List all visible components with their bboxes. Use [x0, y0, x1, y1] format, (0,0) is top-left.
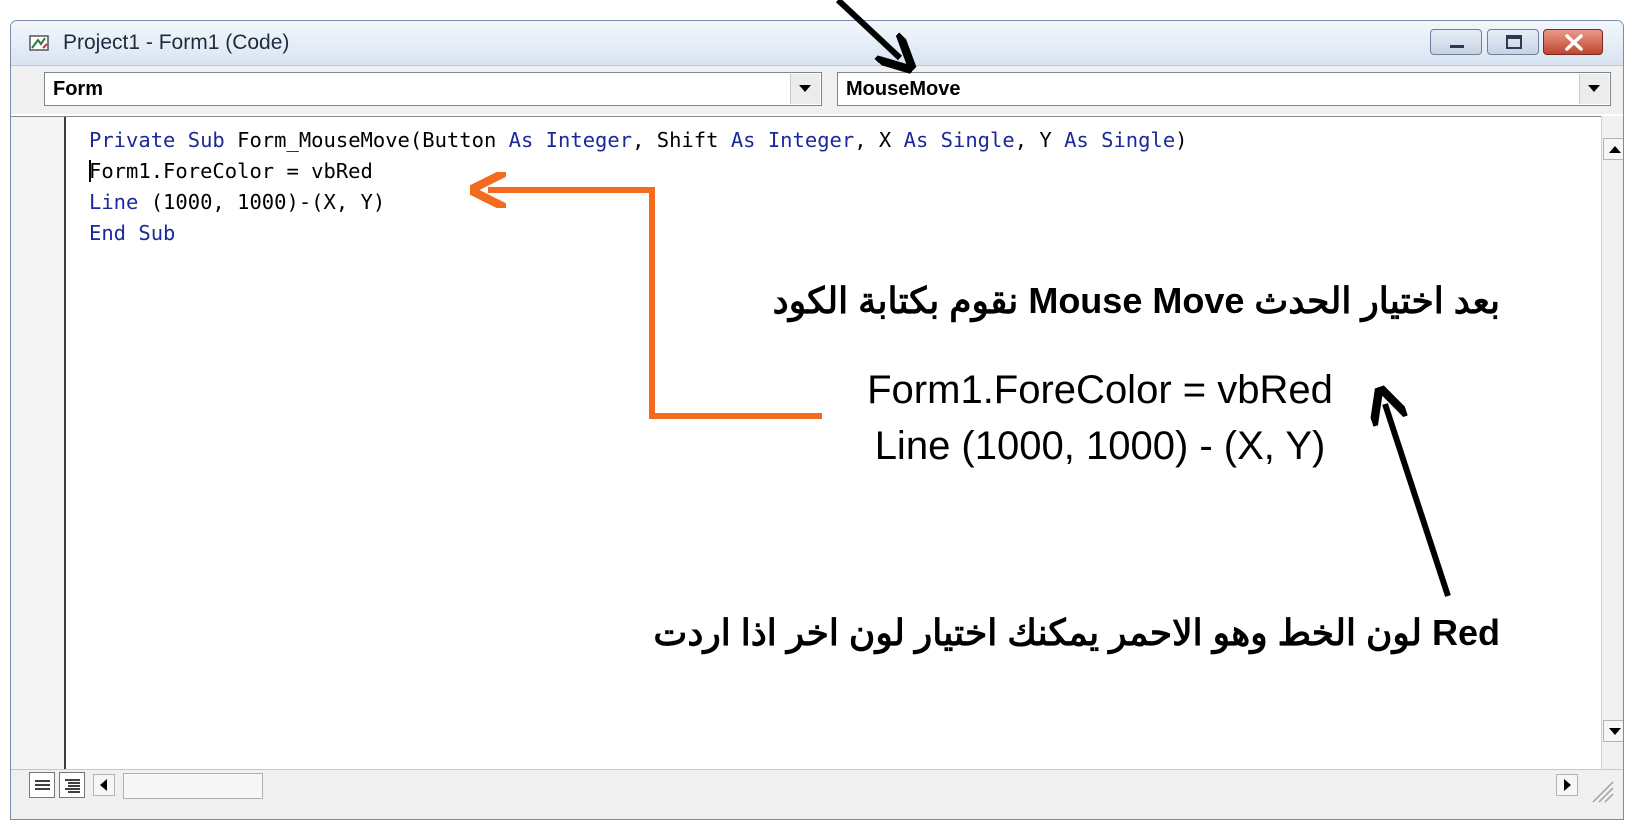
scroll-right-button[interactable] [1556, 774, 1578, 796]
chevron-down-icon [1588, 85, 1600, 92]
code-window-icon [29, 35, 49, 51]
full-module-view-button[interactable] [59, 772, 85, 798]
minimize-icon [1450, 45, 1464, 48]
scroll-up-button[interactable] [1603, 138, 1623, 160]
procedure-selector-bar: Form MouseMove [11, 66, 1623, 114]
code-window: Project1 - Form1 (Code) Form MouseMove P… [10, 20, 1624, 820]
code-line-3: Line (1000, 1000)-(X, Y) [89, 190, 386, 214]
object-combo-value: Form [53, 78, 103, 100]
procedure-combo-value: MouseMove [846, 78, 961, 100]
procedure-combo-dropdown[interactable] [1579, 74, 1609, 104]
title-bar[interactable]: Project1 - Form1 (Code) [11, 21, 1623, 66]
chevron-left-icon [100, 779, 107, 791]
annotation-code-block: Form1.ForeColor = vbRed Line (1000, 1000… [820, 362, 1380, 474]
restore-button[interactable] [1487, 29, 1539, 55]
close-icon [1565, 34, 1583, 51]
annotation-code-line-2: Line (1000, 1000) - (X, Y) [874, 424, 1326, 468]
code-line-1: Private Sub Form_MouseMove(Button As Int… [89, 128, 1188, 152]
procedure-view-icon [35, 780, 50, 790]
annotation-arabic-2: Red لون الخط وهو الاحمر يمكنك اختيار لون… [653, 612, 1500, 653]
scroll-left-button[interactable] [93, 774, 115, 796]
full-module-view-icon [65, 779, 80, 793]
chevron-right-icon [1564, 779, 1571, 791]
code-text[interactable]: Private Sub Form_MouseMove(Button As Int… [89, 125, 1188, 249]
horizontal-scroll-area [11, 769, 1623, 819]
code-line-2: Form1.ForeColor = vbRed [89, 159, 373, 183]
chevron-down-icon [1609, 728, 1621, 735]
annotation-code-line-1: Form1.ForeColor = vbRed [867, 368, 1333, 412]
vertical-scrollbar[interactable] [1601, 116, 1623, 769]
horizontal-scroll-thumb[interactable] [123, 773, 263, 799]
object-combo-dropdown[interactable] [790, 74, 820, 104]
annotation-arabic-1: بعد اختيار الحدث Mouse Move نقوم بكتابة … [772, 280, 1500, 321]
close-button[interactable] [1543, 29, 1603, 55]
procedure-combo[interactable]: MouseMove [837, 72, 1611, 106]
restore-icon [1506, 35, 1522, 49]
scroll-down-button[interactable] [1603, 720, 1623, 742]
margin-indicator-bar[interactable] [11, 117, 66, 770]
resize-grip-icon[interactable] [1589, 778, 1615, 804]
window-title: Project1 - Form1 (Code) [63, 31, 290, 54]
chevron-down-icon [799, 85, 811, 92]
object-combo[interactable]: Form [44, 72, 822, 106]
code-line-4: End Sub [89, 221, 176, 245]
minimize-button[interactable] [1430, 29, 1482, 55]
chevron-up-icon [1609, 146, 1621, 153]
procedure-view-button[interactable] [29, 772, 55, 798]
